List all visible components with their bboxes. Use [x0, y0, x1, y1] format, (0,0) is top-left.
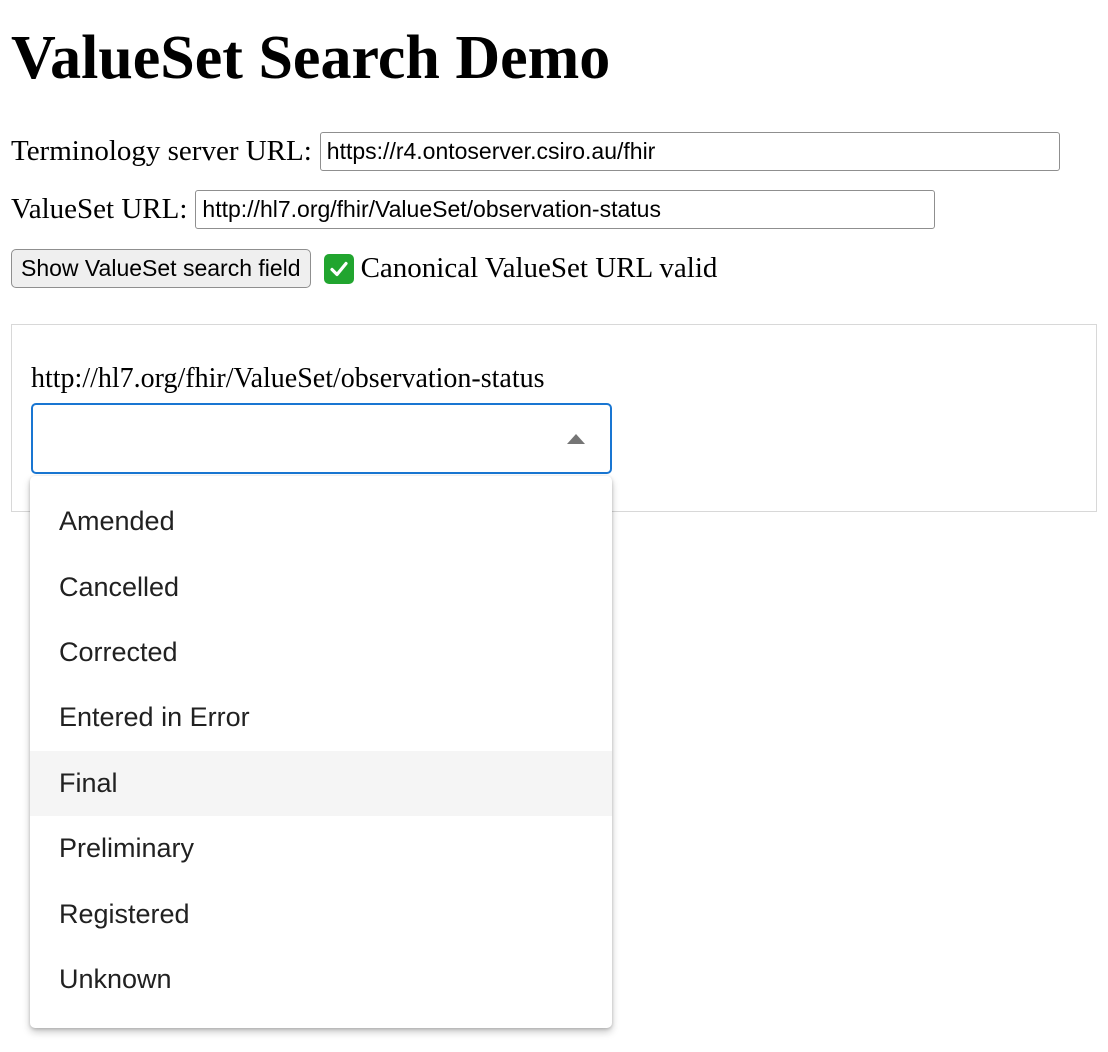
- options-dropdown: Amended Cancelled Corrected Entered in Erro…: [30, 476, 612, 1028]
- server-url-input[interactable]: [319, 132, 1060, 171]
- controls-row: Show ValueSet search field Canonical Val…: [11, 249, 717, 288]
- valid-status-text: Canonical ValueSet URL valid: [360, 252, 718, 284]
- option-item[interactable]: Cancelled: [30, 554, 612, 619]
- valueset-search-label: http://hl7.org/fhir/ValueSet/observation…: [31, 363, 545, 394]
- server-url-label: Terminology server URL:: [11, 135, 312, 167]
- valueset-search-input[interactable]: [31, 403, 612, 474]
- show-valueset-search-button[interactable]: Show ValueSet search field: [11, 249, 311, 288]
- option-item[interactable]: Corrected: [30, 620, 612, 685]
- collapse-arrow-icon[interactable]: [567, 434, 585, 444]
- check-mark-icon: [323, 253, 354, 284]
- valueset-url-label: ValueSet URL:: [11, 193, 188, 225]
- valueset-url-row: ValueSet URL:: [11, 190, 936, 229]
- option-item[interactable]: Final: [30, 750, 612, 816]
- option-item[interactable]: Registered: [30, 881, 612, 946]
- option-item[interactable]: Preliminary: [30, 816, 612, 881]
- server-url-row: Terminology server URL:: [11, 132, 1060, 171]
- valueset-url-input[interactable]: [195, 190, 936, 229]
- option-item[interactable]: Entered in Error: [30, 685, 612, 750]
- page-title: ValueSet Search Demo: [11, 24, 611, 92]
- option-item[interactable]: Amended: [30, 489, 612, 554]
- option-item[interactable]: Unknown: [30, 947, 612, 1012]
